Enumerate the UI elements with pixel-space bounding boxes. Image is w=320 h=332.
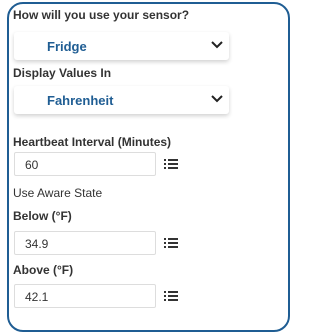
heartbeat-list-icon[interactable] <box>164 159 178 169</box>
usage-select[interactable]: Fridge <box>14 32 229 60</box>
heartbeat-value: 60 <box>25 158 39 172</box>
chevron-down-icon <box>211 95 223 103</box>
below-value: 34.9 <box>25 237 49 251</box>
below-label: Below (°F) <box>13 209 72 223</box>
above-input[interactable]: 42.1 <box>14 284 156 308</box>
below-input[interactable]: 34.9 <box>14 231 156 255</box>
below-list-icon[interactable] <box>164 238 178 248</box>
above-value: 42.1 <box>25 290 49 304</box>
above-list-icon[interactable] <box>164 291 178 301</box>
above-label: Above (°F) <box>13 263 74 277</box>
heartbeat-label: Heartbeat Interval (Minutes) <box>13 135 172 149</box>
usage-label: How will you use your sensor? <box>13 8 190 22</box>
display-units-label: Display Values In <box>13 66 112 80</box>
aware-state-label: Use Aware State <box>13 186 103 200</box>
chevron-down-icon <box>211 41 223 49</box>
display-units-select-value: Fahrenheit <box>47 93 114 108</box>
heartbeat-input[interactable]: 60 <box>14 152 156 176</box>
usage-select-value: Fridge <box>47 39 87 54</box>
display-units-select[interactable]: Fahrenheit <box>14 86 229 114</box>
